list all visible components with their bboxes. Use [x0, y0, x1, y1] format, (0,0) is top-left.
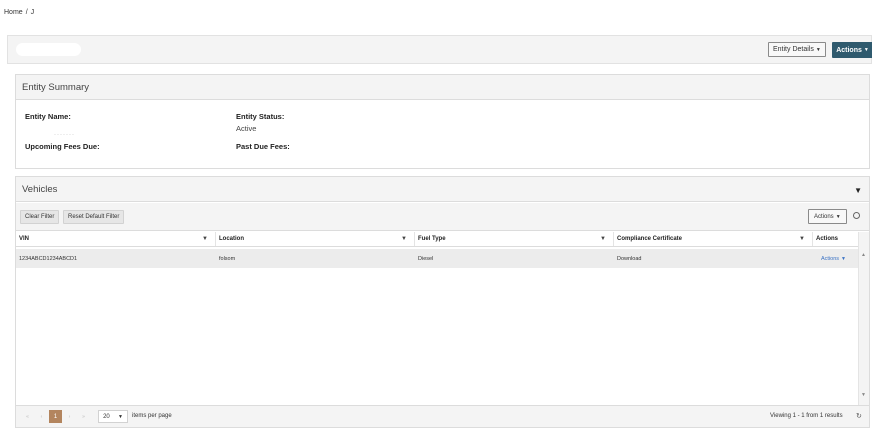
clear-filter-button[interactable]: Clear Filter [20, 210, 60, 224]
first-page-icon[interactable]: « [21, 410, 34, 423]
row-actions-dropdown[interactable]: Actions ▼ [813, 249, 858, 268]
breadcrumb: Home / J [4, 9, 34, 16]
cell-fuel-type: Diesel [418, 255, 434, 262]
breadcrumb-current: J [30, 9, 35, 16]
collapse-icon[interactable]: ▼ [854, 186, 862, 195]
past-due-fees-label: Past Due Fees: [236, 142, 290, 151]
filter-icon[interactable]: ▼ [202, 236, 208, 242]
column-header-compliance-certificate[interactable]: Compliance Certificate ▼ [614, 232, 813, 246]
cell-location: folsom [219, 255, 236, 262]
column-label: Actions [816, 236, 839, 242]
entity-name-label: Entity Name: [25, 112, 71, 121]
grid-header: VIN ▼ Location ▼ Fuel Type ▼ Compliance … [16, 232, 858, 247]
caret-down-icon: ▼ [117, 413, 123, 420]
column-label: Location [219, 236, 244, 242]
caret-down-icon: ▼ [815, 46, 821, 53]
scroll-down-icon[interactable]: ▼ [861, 392, 866, 398]
cell-download-link[interactable]: Download [614, 249, 813, 268]
entity-status-field: Entity Status: Active [236, 112, 284, 133]
entity-header-bar: Entity Details ▼ Actions ▼ [7, 35, 872, 64]
caret-down-icon: ▼ [841, 255, 846, 262]
caret-down-icon: ▼ [835, 213, 841, 220]
vehicles-panel-header[interactable]: Vehicles ▼ [16, 177, 869, 202]
entity-status-value: Active [236, 124, 257, 133]
column-header-vin[interactable]: VIN ▼ [16, 232, 216, 246]
column-header-actions: Actions [813, 232, 858, 246]
items-per-page-label: items per page [132, 413, 172, 419]
grid-actions-label: Actions [814, 213, 834, 220]
column-label: Fuel Type [418, 236, 446, 242]
filter-icon[interactable]: ▼ [799, 236, 805, 242]
next-page-icon[interactable]: › [63, 410, 76, 423]
upcoming-fees-label: Upcoming Fees Due: [25, 142, 100, 151]
grid-toolbar: Clear Filter Reset Default Filter Action… [16, 203, 869, 231]
last-page-icon[interactable]: » [77, 410, 90, 423]
entity-name-field: Entity Name: [25, 112, 71, 121]
vehicles-panel: Vehicles ▼ Clear Filter Reset Default Fi… [15, 176, 870, 428]
cell-vin: 1234ABCD1234ABCD1 [19, 255, 78, 262]
results-count-label: Viewing 1 - 1 from 1 results [770, 413, 843, 419]
entity-summary-title: Entity Summary [16, 75, 869, 100]
grid-pager: « ‹ 1 › » 20 ▼ items per page Viewing 1 … [16, 405, 869, 427]
column-label: Compliance Certificate [617, 236, 683, 242]
past-due-fees-field: Past Due Fees: [236, 142, 290, 151]
page-size-value: 20 [103, 413, 110, 420]
breadcrumb-home-link[interactable]: Home [4, 9, 23, 16]
scroll-up-icon[interactable]: ▲ [861, 252, 866, 258]
entity-details-label: Entity Details [773, 46, 814, 53]
filter-icon[interactable]: ▼ [401, 236, 407, 242]
entity-status-label: Entity Status: [236, 112, 285, 121]
vehicles-title: Vehicles [22, 183, 58, 195]
caret-down-icon: ▼ [863, 47, 869, 53]
filter-icon[interactable]: ▼ [600, 236, 606, 242]
upcoming-fees-field: Upcoming Fees Due: [25, 142, 100, 151]
refresh-icon[interactable]: ↻ [856, 412, 862, 420]
row-actions-label: Actions [821, 255, 840, 262]
reset-default-filter-button[interactable]: Reset Default Filter [63, 210, 125, 224]
actions-button[interactable]: Actions ▼ [832, 42, 872, 58]
entity-details-button[interactable]: Entity Details ▼ [768, 42, 826, 57]
settings-icon[interactable] [853, 212, 860, 219]
redacted-entity-title [16, 43, 81, 56]
column-header-fuel-type[interactable]: Fuel Type ▼ [415, 232, 614, 246]
table-row[interactable]: 1234ABCD1234ABCD1 folsom Diesel Download… [16, 249, 858, 268]
entity-summary-panel: Entity Summary Entity Name: ······· Enti… [15, 74, 870, 169]
breadcrumb-separator: / [25, 9, 28, 16]
page-number-button[interactable]: 1 [49, 410, 62, 423]
column-header-location[interactable]: Location ▼ [216, 232, 415, 246]
actions-label: Actions [836, 46, 862, 54]
grid-scrollbar[interactable]: ▲ ▼ [858, 232, 869, 405]
column-label: VIN [19, 236, 30, 242]
grid-actions-button[interactable]: Actions ▼ [808, 209, 847, 224]
redacted-entity-name: ······· [54, 132, 75, 138]
page-size-select[interactable]: 20 ▼ [98, 410, 128, 423]
previous-page-icon[interactable]: ‹ [35, 410, 48, 423]
